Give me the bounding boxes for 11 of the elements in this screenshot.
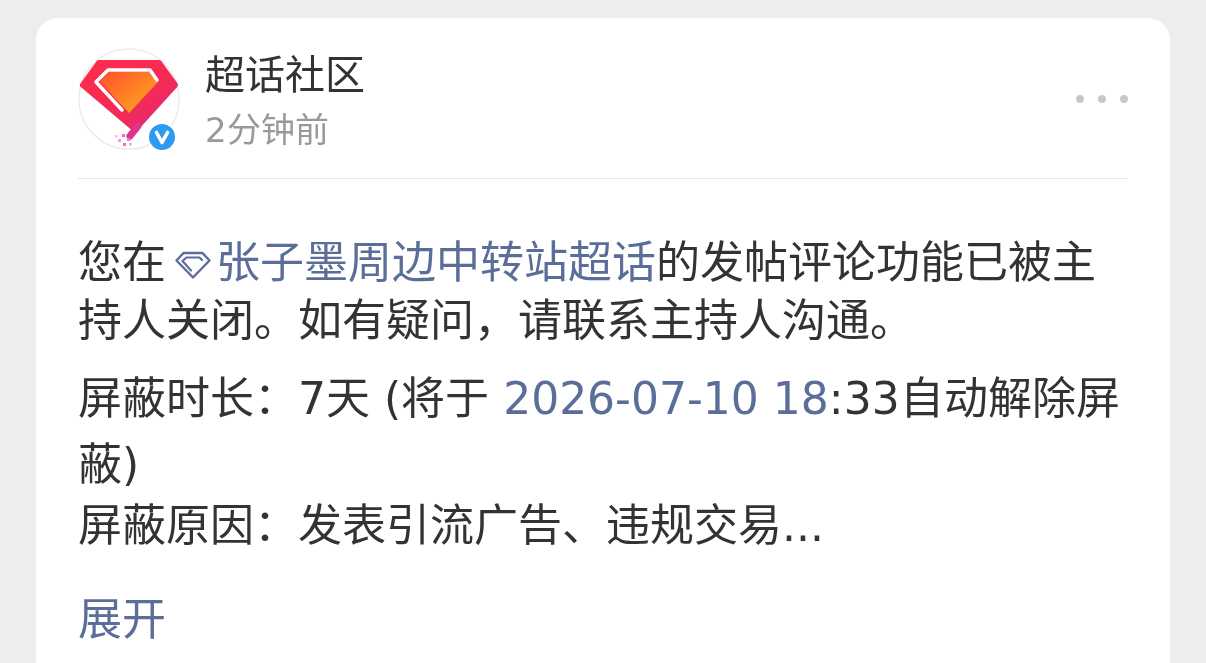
more-icon[interactable] — [1076, 95, 1128, 103]
post-time: 2分钟前 — [205, 110, 329, 150]
gem-logo-icon — [78, 48, 180, 150]
notice-text: 您在 张子墨周边中转站超话的发帖评论功能已被主持人关闭。如有疑问，请联系主持人沟通。 — [78, 236, 1097, 348]
ban-reason-text: 屏蔽原因：发表引流广告、违规交易... — [78, 499, 825, 553]
diamond-icon — [174, 250, 212, 280]
account-name: 超话社区 — [205, 51, 365, 99]
ban-duration-text: 屏蔽时长：7天 (将于 2026-07-10 18:33自动解除屏蔽) — [78, 372, 1121, 492]
topic-link[interactable]: 张子墨周边中转站超话 — [216, 237, 656, 288]
expand-link[interactable]: 展开 — [78, 592, 166, 648]
date-link[interactable]: 2026-07-10 18 — [503, 373, 829, 424]
